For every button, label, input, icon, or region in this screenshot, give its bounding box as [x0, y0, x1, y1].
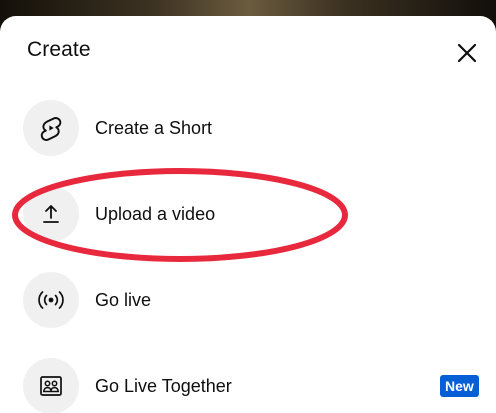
create-short-item[interactable]: Create a Short	[0, 90, 496, 170]
shorts-icon-container	[23, 100, 79, 156]
go-live-together-icon-container	[23, 358, 79, 413]
go-live-item[interactable]: Go live	[0, 262, 496, 342]
create-short-label: Create a Short	[95, 118, 213, 138]
shorts-icon	[40, 117, 62, 141]
create-bottom-sheet: Create Create a Short Upload a video Go …	[0, 16, 496, 413]
sheet-title: Create	[27, 38, 91, 61]
upload-video-label: Upload a video	[95, 204, 216, 224]
go-live-together-item[interactable]: Go Live Together New	[0, 348, 496, 413]
upload-icon-container	[23, 186, 79, 242]
go-live-together-label: Go Live Together	[95, 376, 232, 396]
close-button[interactable]	[452, 38, 482, 68]
go-live-together-icon	[40, 376, 62, 396]
live-icon-container	[23, 272, 79, 328]
sheet-header: Create	[0, 16, 496, 86]
upload-icon	[43, 205, 59, 223]
go-live-label: Go live	[95, 290, 152, 310]
live-broadcast-icon	[38, 291, 64, 309]
close-icon	[457, 43, 477, 63]
new-badge: New	[440, 375, 479, 397]
upload-video-item[interactable]: Upload a video	[0, 176, 496, 256]
